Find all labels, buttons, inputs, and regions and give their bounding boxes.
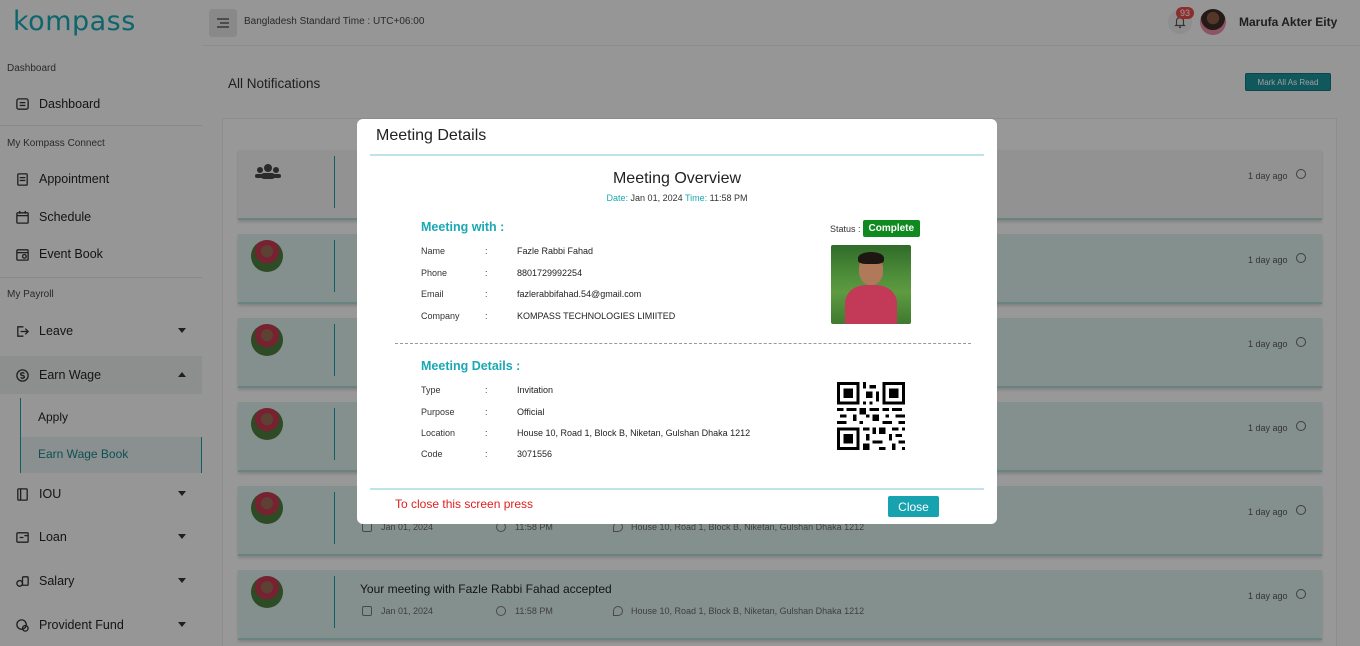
field-separator: : — [485, 246, 488, 256]
modal-title: Meeting Details — [376, 127, 487, 144]
field-value: 8801729992254 — [517, 268, 583, 278]
field-label: Phone — [421, 268, 448, 278]
field-separator: : — [485, 311, 488, 321]
field-value: KOMPASS TECHNOLOGIES LIMIITED — [517, 311, 676, 321]
field-value: fazlerabbifahad.54@gmail.com — [517, 289, 642, 299]
status-label: Status : — [830, 223, 861, 234]
field-label: Type — [421, 385, 441, 395]
close-button[interactable]: Close — [888, 496, 939, 517]
close-hint-text: To close this screen press — [395, 497, 534, 511]
field-value: 3071556 — [517, 449, 553, 459]
field-label: Email — [421, 289, 444, 299]
divider — [370, 488, 984, 490]
field-separator: : — [485, 449, 488, 459]
meeting-details-heading: Meeting Details : — [421, 359, 521, 373]
field-label: Location — [421, 428, 456, 438]
qr-code-icon — [837, 382, 905, 450]
app-root: kompass Dashboard Dashboard My Kompass C… — [0, 0, 1360, 646]
status-badge: Complete — [862, 220, 921, 237]
overview-title: Meeting Overview — [612, 170, 742, 187]
field-label: Code — [421, 449, 443, 459]
overview-datetime: Date: Jan 01, 2024 Time: 11:58 PM — [357, 193, 997, 203]
field-value: Fazle Rabbi Fahad — [517, 246, 594, 256]
dashed-divider — [395, 343, 971, 344]
date-value: Jan 01, 2024 — [630, 193, 683, 203]
field-separator: : — [485, 385, 488, 395]
meeting-details-modal: Meeting Details Meeting Overview Date: J… — [357, 119, 997, 524]
field-value: House 10, Road 1, Block B, Niketan, Guls… — [517, 428, 751, 438]
field-value: Invitation — [517, 385, 554, 395]
field-label: Company — [421, 311, 460, 321]
time-label: Time: — [684, 193, 708, 203]
person-photo — [831, 245, 911, 324]
status: Status : Complete — [830, 220, 921, 237]
meeting-with-heading: Meeting with : — [421, 220, 505, 234]
field-label: Name — [421, 246, 446, 256]
field-label: Purpose — [421, 407, 455, 417]
date-label: Date: — [606, 193, 629, 203]
time-value: 11:58 PM — [709, 193, 748, 203]
field-separator: : — [485, 289, 488, 299]
field-separator: : — [485, 428, 488, 438]
divider — [370, 154, 984, 156]
field-separator: : — [485, 407, 488, 417]
field-separator: : — [485, 268, 488, 278]
field-value: Official — [517, 407, 545, 417]
